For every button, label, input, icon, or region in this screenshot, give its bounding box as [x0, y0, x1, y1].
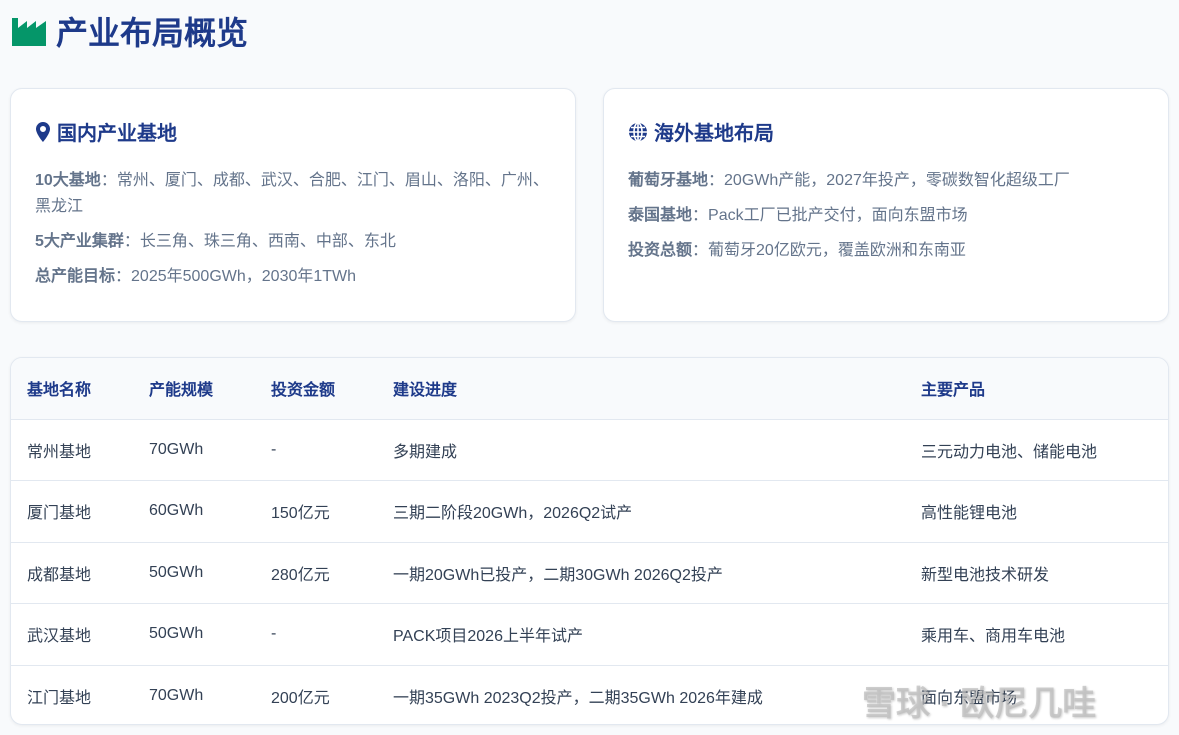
column-header: 主要产品 — [905, 358, 1168, 420]
page-header: 产业布局概览 — [12, 8, 248, 54]
table-cell: 厦门基地 — [11, 480, 133, 543]
table-cell: PACK项目2026上半年试产 — [377, 603, 905, 666]
table-row: 常州基地 70GWh - 多期建成 三元动力电池、储能电池 — [11, 419, 1168, 481]
map-pin-icon — [36, 121, 50, 142]
domestic-card: 国内产业基地 10大基地：常州、厦门、成都、武汉、合肥、江门、眉山、洛阳、广州、… — [10, 88, 576, 322]
table-row: 成都基地 50GWh 280亿元 一期20GWh已投产，二期30GWh 2026Q2投… — [11, 542, 1168, 604]
domestic-item: 10大基地：常州、厦门、成都、武汉、合肥、江门、眉山、洛阳、广州、黑龙江 — [35, 172, 549, 215]
table-cell: 常州基地 — [11, 419, 133, 481]
table-cell: 60GWh — [133, 480, 255, 543]
table-cell: 乘用车、商用车电池 — [905, 603, 1168, 666]
table-cell: 武汉基地 — [11, 603, 133, 666]
page-title: 产业布局概览 — [56, 15, 249, 51]
column-header: 投资金额 — [255, 358, 377, 420]
table-cell: 200亿元 — [271, 690, 330, 707]
table-cell: 一期20GWh已投产，二期30GWh 2026Q2投产 — [377, 542, 905, 604]
table-header-row: 基地名称 产能规模 投资金额 建设进度 主要产品 — [11, 358, 1168, 420]
table-row: 厦门基地 60GWh 150亿元 三期二阶段20GWh，2026Q2试产 高性能锂电池 — [11, 480, 1168, 543]
column-header: 产能规模 — [133, 358, 255, 420]
table-cell: 280亿元 — [255, 542, 377, 604]
table-cell: 江门基地 — [27, 690, 92, 707]
overseas-title: 海外基地布局 — [654, 123, 774, 145]
factory-icon — [12, 18, 46, 46]
domestic-item: 总产能目标：2025年500GWh，2030年1TWh — [35, 268, 357, 285]
table-row: 武汉基地 50GWh - PACK项目2026上半年试产 乘用车、商用车电池 — [11, 603, 1168, 666]
table-cell: 三元动力电池、储能电池 — [905, 419, 1168, 481]
overseas-item: 葡萄牙基地：20GWh产能，2027年投产，零碳数智化超级工厂 — [628, 172, 1070, 189]
table-cell: 150亿元 — [255, 480, 377, 543]
overseas-item: 投资总额：葡萄牙20亿欧元，覆盖欧洲和东南亚 — [628, 242, 966, 259]
overseas-item: 泰国基地：Pack工厂已批产交付，面向东盟市场 — [628, 207, 968, 224]
column-header: 建设进度 — [377, 358, 905, 420]
table-cell: 新型电池技术研发 — [905, 542, 1168, 604]
table-cell: 70GWh — [149, 687, 204, 704]
table-row: 江门基地 70GWh 200亿元 一期35GWh 2023Q2投产，二期35GWh 2… — [11, 665, 1168, 724]
table-cell: 面向东盟市场 — [921, 690, 1018, 707]
domestic-title: 国内产业基地 — [57, 123, 177, 145]
table-cell: - — [255, 603, 377, 666]
table-cell: 多期建成 — [377, 419, 905, 481]
table-cell: 成都基地 — [11, 542, 133, 604]
bases-table: 基地名称 产能规模 投资金额 建设进度 主要产品 常州基地 70GWh - 多期建成三… — [10, 357, 1169, 725]
globe-icon — [629, 121, 647, 142]
table-cell: - — [255, 419, 377, 481]
table-cell: 50GWh — [133, 542, 255, 604]
overseas-card: 海外基地布局 葡萄牙基地：20GWh产能，2027年投产，零碳数智化超级工厂 泰… — [603, 88, 1169, 322]
table-cell: 高性能锂电池 — [905, 480, 1168, 543]
table-cell: 三期二阶段20GWh，2026Q2试产 — [377, 480, 905, 543]
domestic-item: 5大产业集群：长三角、珠三角、西南、中部、东北 — [35, 233, 396, 250]
column-header: 基地名称 — [11, 358, 133, 420]
table-cell: 50GWh — [133, 603, 255, 666]
table-cell: 一期35GWh 2023Q2投产，二期35GWh 2026年建成 — [393, 690, 763, 707]
table-cell: 70GWh — [133, 419, 255, 481]
